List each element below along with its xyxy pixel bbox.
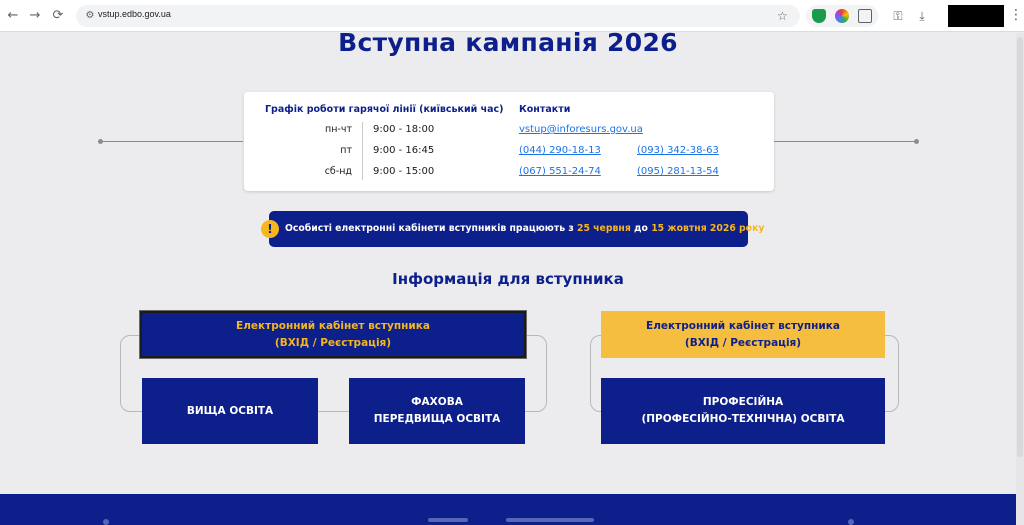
hours-divider [362, 122, 363, 180]
warning-icon: ! [261, 220, 279, 238]
professional-prehigher-label-2: ПЕРЕДВИЩА ОСВІТА [373, 413, 501, 425]
professional-prehigher-label: ФАХОВА [411, 396, 463, 408]
divider-dot-right [914, 139, 919, 144]
phone-link[interactable]: (044) 290-18-13 [519, 145, 601, 156]
passwords-icon[interactable]: ⚿ [890, 8, 906, 24]
cabinet-login-button-yellow[interactable]: Електронний кабінет вступника (ВХІД / Ре… [601, 311, 885, 358]
phone-link[interactable]: (095) 281-13-54 [637, 166, 719, 177]
footer-icon [848, 519, 854, 525]
site-info-icon[interactable]: ⚙ [82, 8, 98, 24]
vocational-label-2: (ПРОФЕСІЙНО-ТЕХНІЧНА) ОСВІТА [641, 413, 845, 425]
professional-prehigher-button[interactable]: ФАХОВА ПЕРЕДВИЩА ОСВІТА [349, 378, 525, 444]
scrollbar-thumb[interactable] [1017, 37, 1023, 457]
cabinet-sublabel: (ВХІД / Реєстрація) [684, 336, 802, 349]
vocational-education-button[interactable]: ПРОФЕСІЙНА (ПРОФЕСІЙНО-ТЕХНІЧНА) ОСВІТА [601, 378, 885, 444]
notice-date-start: 25 червня [577, 223, 631, 234]
hotline-day: сб-нд [324, 166, 352, 177]
notice-text-before: Особисті електронні кабінети вступників … [285, 223, 574, 234]
contact-email-link[interactable]: vstup@inforesurs.gov.ua [519, 124, 643, 135]
address-bar[interactable]: ⚙ vstup.edbo.gov.ua [76, 5, 800, 27]
cabinet-login-button-blue[interactable]: Електронний кабінет вступника (ВХІД / Ре… [139, 310, 527, 359]
hotline-heading: Графік роботи гарячої лінії (київський ч… [265, 104, 504, 115]
hotline-card: Графік роботи гарячої лінії (київський ч… [244, 92, 774, 191]
phone-link[interactable]: (067) 551-24-74 [519, 166, 601, 177]
footer-text-fragment [506, 518, 594, 522]
notice-text-middle: до [634, 223, 648, 234]
puzzle-extensions-icon[interactable] [858, 9, 872, 23]
vocational-label: ПРОФЕСІЙНА [702, 396, 784, 408]
reload-icon[interactable]: ⟳ [49, 7, 67, 25]
info-section-title: Інформація для вступника [392, 270, 624, 288]
color-extension-icon[interactable] [835, 9, 849, 23]
downloads-icon[interactable]: ⤓ [914, 8, 930, 24]
hotline-time: 9:00 - 15:00 [373, 166, 435, 177]
back-icon[interactable]: ← [4, 7, 22, 25]
page-title: Вступна кампанія 2026 [338, 28, 678, 57]
footer-icon [103, 519, 109, 525]
cabinet-sublabel: (ВХІД / Реєстрація) [274, 336, 392, 349]
cabinet-label: Електронний кабінет вступника [236, 319, 430, 332]
divider-dot-left [98, 139, 103, 144]
divider-line-right [774, 141, 916, 142]
notice-date-end: 15 жовтня 2026 року [651, 223, 765, 234]
cabinet-label: Електронний кабінет вступника [646, 319, 840, 332]
hotline-day: пн-чт [325, 124, 352, 135]
notice-text: Особисті електронні кабінети вступників … [285, 223, 764, 234]
page-scrollbar[interactable] [1016, 33, 1024, 525]
site-footer [0, 494, 1016, 525]
cabinet-notice-banner: ! Особисті електронні кабінети вступникі… [261, 211, 764, 247]
phone-link[interactable]: (093) 342-38-63 [637, 145, 719, 156]
hotline-time: 9:00 - 18:00 [373, 124, 435, 135]
hotline-day: пт [340, 145, 352, 156]
bookmark-star-icon[interactable]: ☆ [777, 8, 788, 24]
browser-menu-icon[interactable]: ⋮ [1009, 7, 1023, 23]
hotline-time: 9:00 - 16:45 [373, 145, 435, 156]
extensions-group [806, 5, 878, 27]
contacts-heading: Контакти [519, 104, 571, 115]
address-url[interactable]: vstup.edbo.gov.ua [98, 9, 171, 19]
footer-text-fragment [428, 518, 468, 522]
divider-line-left [100, 141, 243, 142]
profile-avatar[interactable] [948, 5, 1004, 27]
shield-extension-icon[interactable] [812, 9, 826, 23]
forward-icon[interactable]: → [26, 7, 44, 25]
higher-education-button[interactable]: ВИЩА ОСВІТА [142, 378, 318, 444]
higher-education-label: ВИЩА ОСВІТА [186, 404, 274, 417]
